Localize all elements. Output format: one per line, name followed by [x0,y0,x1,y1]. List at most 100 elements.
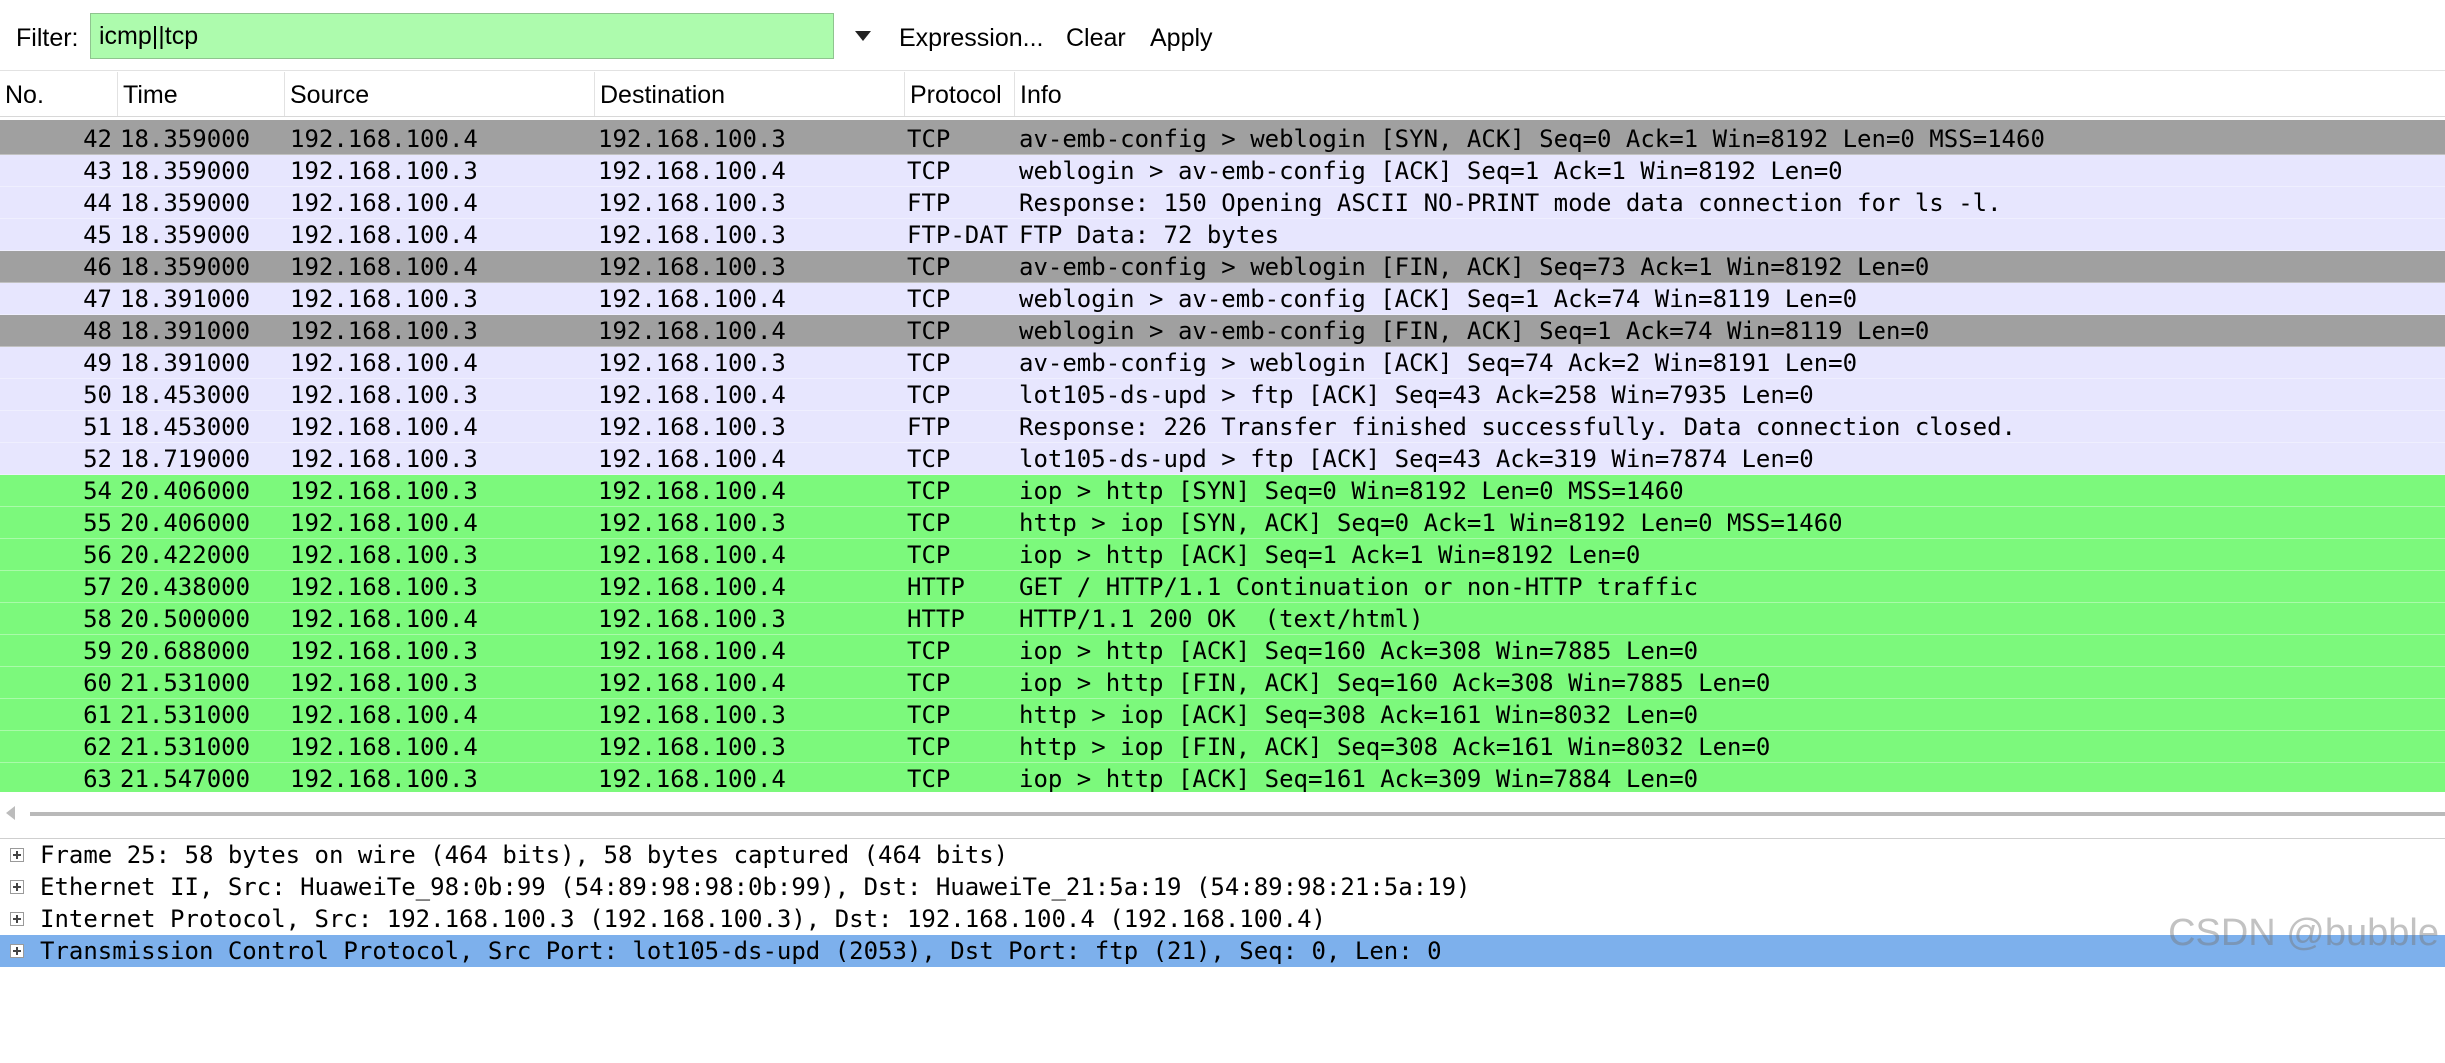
packet-time: 20.500000 [120,605,251,633]
packet-no: 51 [83,413,112,441]
packet-row[interactable]: 58 20.500000 192.168.100.4 192.168.100.3 HTT… [0,603,2445,635]
packet-row[interactable]: 54 20.406000 192.168.100.3 192.168.100.4 TCP… [0,475,2445,507]
packet-source: 192.168.100.3 [290,445,478,473]
packet-no: 62 [83,733,112,761]
packet-info: weblogin > av-emb-config [FIN, ACK] Seq=… [1019,317,1930,345]
packet-info: av-emb-config > weblogin [FIN, ACK] Seq=… [1019,253,1930,281]
packet-row[interactable]: 48 18.391000 192.168.100.3 192.168.100.4 TCP… [0,315,2445,347]
expression-button[interactable]: Expression... [899,24,1044,53]
packet-protocol: TCP [907,317,951,345]
detail-row-tcp[interactable]: Transmission Control Protocol, Src Port:… [0,935,2445,967]
packet-row[interactable]: 42 18.359000 192.168.100.4 192.168.100.3 TCP… [0,123,2445,155]
detail-row-ethernet[interactable]: Ethernet II, Src: HuaweiTe_98:0b:99 (54:… [0,871,2445,903]
detail-text: Ethernet II, Src: HuaweiTe_98:0b:99 (54:… [40,873,1471,901]
packet-row[interactable]: 55 20.406000 192.168.100.4 192.168.100.3 TCP… [0,507,2445,539]
packet-row[interactable]: 62 21.531000 192.168.100.4 192.168.100.3 TCP… [0,731,2445,763]
packet-destination: 192.168.100.4 [598,157,786,185]
packet-details-tree: Frame 25: 58 bytes on wire (464 bits), 5… [0,838,2445,982]
packet-protocol: TCP [907,285,951,313]
filter-input[interactable] [90,13,834,59]
packet-info: weblogin > av-emb-config [ACK] Seq=1 Ack… [1019,285,1858,313]
packet-no: 55 [83,509,112,537]
expand-plus-icon[interactable] [10,880,24,894]
packet-no: 42 [83,125,112,153]
packet-protocol: TCP [907,669,951,697]
detail-row-frame[interactable]: Frame 25: 58 bytes on wire (464 bits), 5… [0,839,2445,871]
detail-text: Frame 25: 58 bytes on wire (464 bits), 5… [40,841,1009,869]
packet-protocol: TCP [907,253,951,281]
column-header-source[interactable]: Source [285,72,595,116]
scrollbar-track[interactable] [30,812,2445,816]
packet-source: 192.168.100.4 [290,509,478,537]
packet-protocol: TCP [907,445,951,473]
packet-destination: 192.168.100.4 [598,637,786,665]
packet-source: 192.168.100.4 [290,701,478,729]
packet-source: 192.168.100.3 [290,477,478,505]
scroll-left-arrow-icon[interactable] [6,806,15,820]
detail-text: Transmission Control Protocol, Src Port:… [40,937,1442,965]
packet-no: 57 [83,573,112,601]
expand-plus-icon[interactable] [10,944,24,958]
packet-info: GET / HTTP/1.1 Continuation or non-HTTP … [1019,573,1699,601]
packet-source: 192.168.100.4 [290,605,478,633]
packet-row[interactable]: 47 18.391000 192.168.100.3 192.168.100.4 TCP… [0,283,2445,315]
packet-list[interactable]: 42 18.359000 192.168.100.4 192.168.100.3 TCP… [0,120,2445,792]
packet-row[interactable]: 46 18.359000 192.168.100.4 192.168.100.3 TCP… [0,251,2445,283]
packet-source: 192.168.100.3 [290,285,478,313]
packet-row[interactable]: 49 18.391000 192.168.100.4 192.168.100.3 TCP… [0,347,2445,379]
packet-row[interactable]: 44 18.359000 192.168.100.4 192.168.100.3 FTP… [0,187,2445,219]
packet-row[interactable]: 51 18.453000 192.168.100.4 192.168.100.3 FTP… [0,411,2445,443]
packet-time: 18.359000 [120,221,251,249]
packet-time: 21.531000 [120,669,251,697]
packet-info: iop > http [ACK] Seq=161 Ack=309 Win=788… [1019,765,1699,792]
packet-time: 18.453000 [120,381,251,409]
packet-row[interactable]: 60 21.531000 192.168.100.3 192.168.100.4 TCP… [0,667,2445,699]
packet-destination: 192.168.100.3 [598,605,786,633]
packet-info: weblogin > av-emb-config [ACK] Seq=1 Ack… [1019,157,1843,185]
packet-info: HTTP/1.1 200 OK (text/html) [1019,605,1424,633]
packet-time: 18.391000 [120,317,251,345]
packet-destination: 192.168.100.4 [598,573,786,601]
packet-source: 192.168.100.3 [290,381,478,409]
detail-row-ip[interactable]: Internet Protocol, Src: 192.168.100.3 (1… [0,903,2445,935]
expand-plus-icon[interactable] [10,912,24,926]
packet-protocol: TCP [907,381,951,409]
column-header-time[interactable]: Time [118,72,285,116]
packet-row[interactable]: 43 18.359000 192.168.100.3 192.168.100.4 TCP… [0,155,2445,187]
packet-row[interactable]: 63 21.547000 192.168.100.3 192.168.100.4 TCP… [0,763,2445,792]
column-header-info[interactable]: Info [1015,72,2445,116]
clear-button[interactable]: Clear [1066,24,1126,53]
packet-no: 47 [83,285,112,313]
column-header-destination[interactable]: Destination [595,72,905,116]
packet-row[interactable]: 45 18.359000 192.168.100.4 192.168.100.3 FTP… [0,219,2445,251]
packet-info: lot105-ds-upd > ftp [ACK] Seq=43 Ack=319… [1019,445,1814,473]
packet-destination: 192.168.100.4 [598,477,786,505]
packet-no: 60 [83,669,112,697]
packet-protocol: TCP [907,637,951,665]
packet-row[interactable]: 57 20.438000 192.168.100.3 192.168.100.4 HTT… [0,571,2445,603]
packet-row[interactable]: 50 18.453000 192.168.100.3 192.168.100.4 TCP… [0,379,2445,411]
packet-source: 192.168.100.4 [290,221,478,249]
packet-destination: 192.168.100.4 [598,669,786,697]
packet-no: 59 [83,637,112,665]
packet-destination: 192.168.100.3 [598,509,786,537]
filter-history-dropdown[interactable] [840,13,886,59]
packet-info: http > iop [SYN, ACK] Seq=0 Ack=1 Win=81… [1019,509,1843,537]
horizontal-scrollbar[interactable] [0,800,2445,826]
packet-time: 18.453000 [120,413,251,441]
packet-protocol: TCP [907,157,951,185]
packet-row[interactable]: 56 20.422000 192.168.100.3 192.168.100.4 TCP… [0,539,2445,571]
column-header-no[interactable]: No. [0,72,118,116]
packet-row[interactable]: 52 18.719000 192.168.100.3 192.168.100.4 TCP… [0,443,2445,475]
packet-protocol: FTP [907,413,951,441]
packet-protocol: HTTP [907,573,965,601]
column-header-protocol[interactable]: Protocol [905,72,1015,116]
packet-row[interactable]: 59 20.688000 192.168.100.3 192.168.100.4 TCP… [0,635,2445,667]
packet-no: 48 [83,317,112,345]
expand-plus-icon[interactable] [10,848,24,862]
packet-source: 192.168.100.3 [290,541,478,569]
packet-destination: 192.168.100.3 [598,189,786,217]
packet-row[interactable]: 61 21.531000 192.168.100.4 192.168.100.3 TCP… [0,699,2445,731]
packet-info: lot105-ds-upd > ftp [ACK] Seq=43 Ack=258… [1019,381,1814,409]
apply-button[interactable]: Apply [1150,24,1213,53]
